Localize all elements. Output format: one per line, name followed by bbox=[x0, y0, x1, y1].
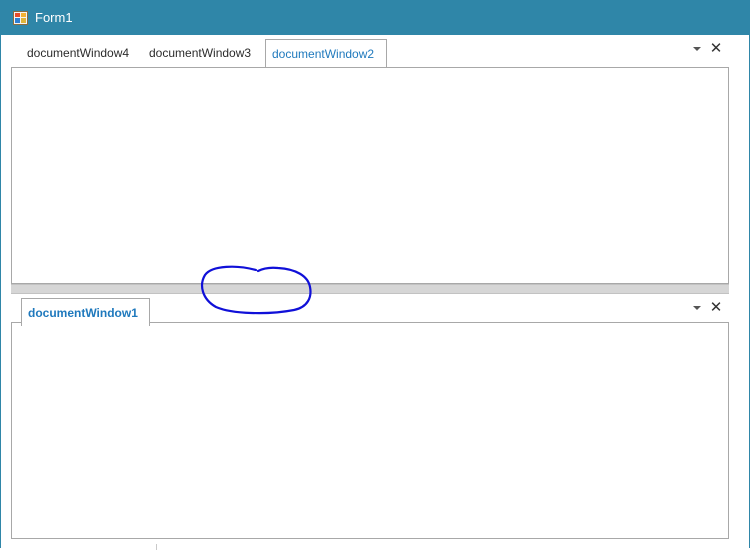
bottom-document-group: documentWindow1 ✕ bbox=[11, 294, 729, 539]
chevron-down-icon[interactable] bbox=[693, 47, 701, 51]
tab-documentwindow3[interactable]: documentWindow3 bbox=[139, 39, 275, 67]
document-content-area[interactable] bbox=[11, 322, 729, 539]
chevron-down-icon[interactable] bbox=[693, 306, 701, 310]
close-icon[interactable]: ✕ bbox=[709, 299, 723, 315]
form-app-icon bbox=[13, 11, 28, 25]
top-tab-strip: documentWindow4 documentWindow3 document… bbox=[11, 35, 729, 67]
document-content-area[interactable] bbox=[11, 67, 729, 284]
tab-documentwindow2[interactable]: documentWindow2 bbox=[265, 39, 387, 67]
tab-documentwindow4[interactable]: documentWindow4 bbox=[17, 39, 149, 67]
top-document-group: documentWindow4 documentWindow3 document… bbox=[11, 35, 729, 284]
edge-divider bbox=[156, 544, 157, 550]
window-title: Form1 bbox=[35, 10, 73, 25]
title-bar[interactable]: Form1 bbox=[1, 1, 749, 35]
bottom-tab-tools: ✕ bbox=[693, 299, 727, 317]
tab-documentwindow1[interactable]: documentWindow1 bbox=[21, 298, 150, 326]
main-window: Form1 documentWindow4 documentWindow3 do… bbox=[0, 0, 750, 549]
splitter-bar[interactable] bbox=[11, 284, 729, 294]
top-tab-tools: ✕ bbox=[693, 40, 727, 58]
dock-client-area: documentWindow4 documentWindow3 document… bbox=[1, 35, 749, 549]
close-icon[interactable]: ✕ bbox=[709, 40, 723, 56]
